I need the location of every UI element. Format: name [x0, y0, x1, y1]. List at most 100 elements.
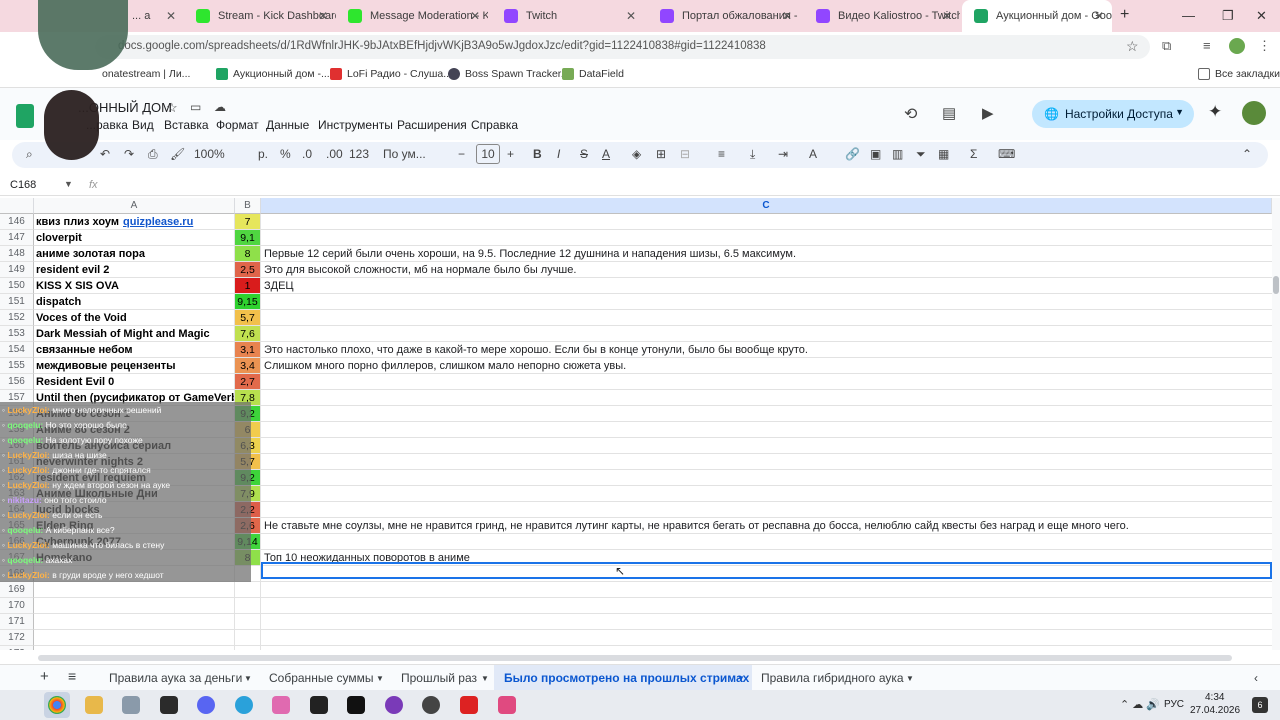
sheet-tab[interactable]: Прошлый раз	[401, 671, 477, 685]
browser-tab[interactable]: Видео Kaliostroo - Twitch ✕	[804, 0, 960, 32]
history-icon[interactable]: ⟲	[904, 104, 917, 124]
browser-tab[interactable]: ... a ✕	[120, 0, 184, 32]
sheet-tab[interactable]: Правила гибридного аука	[761, 671, 904, 685]
chevron-down-icon[interactable]: ▼	[1175, 107, 1184, 117]
star-icon[interactable]: ☆	[1126, 38, 1139, 55]
strikethrough-icon[interactable]: S	[580, 147, 588, 161]
italic-icon[interactable]: I	[557, 147, 560, 161]
bold-icon[interactable]: B	[533, 147, 542, 161]
cell-comment[interactable]	[261, 614, 1272, 630]
share-button[interactable]: 🌐 Настройки Доступа ▼	[1032, 100, 1194, 128]
explorer-icon[interactable]	[85, 696, 103, 714]
add-sheet-icon[interactable]: +	[40, 668, 49, 685]
chevron-down-icon[interactable]: ▼	[244, 674, 252, 683]
notifications-badge[interactable]: 6	[1252, 697, 1268, 713]
browser-tab[interactable]: Twitch ✕	[492, 0, 644, 32]
cell-score[interactable]: 7,6	[235, 326, 261, 342]
cell-title[interactable]: dispatch	[34, 294, 235, 310]
cell-comment[interactable]: Не ставьте мне соулзы, мне не нравится г…	[261, 518, 1272, 534]
cell-comment[interactable]	[261, 294, 1272, 310]
cell-comment[interactable]	[261, 486, 1272, 502]
cell-score[interactable]	[235, 598, 261, 614]
cell-comment[interactable]	[261, 454, 1272, 470]
cell-comment[interactable]	[261, 310, 1272, 326]
decrease-decimal-button[interactable]: .0	[302, 147, 312, 161]
menu-view[interactable]: Вид	[132, 118, 154, 132]
media-icon[interactable]: ≡	[1203, 38, 1211, 53]
row-header[interactable]: 170	[0, 598, 34, 614]
language-indicator[interactable]: РУС	[1164, 699, 1184, 710]
row-header[interactable]: 150	[0, 278, 34, 294]
close-icon[interactable]: ✕	[942, 9, 952, 23]
clock-date[interactable]: 27.04.2026	[1190, 705, 1240, 716]
row-header[interactable]: 152	[0, 310, 34, 326]
cell-comment[interactable]: ЗДЕЦ	[261, 278, 1272, 294]
fill-color-icon[interactable]: ◈	[632, 147, 641, 161]
cell-comment[interactable]	[261, 470, 1272, 486]
minus-icon[interactable]: −	[458, 147, 465, 161]
menu-data[interactable]: Данные	[266, 118, 309, 132]
close-icon[interactable]: ✕	[318, 9, 328, 23]
cell-title[interactable]: Resident Evil 0	[34, 374, 235, 390]
chevron-down-icon[interactable]: ▼	[906, 674, 914, 683]
chevron-down-icon[interactable]: ▼	[376, 674, 384, 683]
sheet-tab[interactable]: Собранные суммы	[269, 671, 373, 685]
font-select[interactable]: По ум...	[383, 147, 426, 161]
row-header[interactable]: 151	[0, 294, 34, 310]
column-header-b[interactable]: B	[235, 198, 261, 214]
close-icon[interactable]: ✕	[470, 9, 480, 23]
cell-score[interactable]: 2,5	[235, 262, 261, 278]
row-header[interactable]: 156	[0, 374, 34, 390]
obs-icon[interactable]	[310, 696, 328, 714]
cell-comment[interactable]	[261, 390, 1272, 406]
formula-input[interactable]	[110, 177, 1270, 195]
rotate-icon[interactable]: A	[809, 147, 817, 161]
cell-score[interactable]	[235, 614, 261, 630]
selected-cell[interactable]	[261, 562, 1272, 579]
app-icon[interactable]	[422, 696, 440, 714]
cell-comment[interactable]: Первые 12 серий были очень хороши, на 9.…	[261, 246, 1272, 262]
cell-comment[interactable]: Это для высокой сложности, мб на нормале…	[261, 262, 1272, 278]
extensions-icon[interactable]: ⧉	[1162, 38, 1171, 54]
cell-comment[interactable]: Это настолько плохо, что даже в какой-то…	[261, 342, 1272, 358]
valign-icon[interactable]: ⤓	[750, 147, 755, 162]
menu-icon[interactable]: ⋮	[1258, 38, 1271, 54]
chevron-down-icon[interactable]: ▼	[481, 674, 489, 683]
cell-title[interactable]: Voces of the Void	[34, 310, 235, 326]
horizontal-scrollbar[interactable]	[36, 654, 1272, 662]
browser-tab[interactable]: Message Moderation - Ki ✕	[336, 0, 488, 32]
borders-icon[interactable]: ⊞	[656, 147, 666, 161]
cell-title[interactable]	[34, 646, 235, 650]
sheet-tab[interactable]: Правила аука за деньги	[109, 671, 242, 685]
print-icon[interactable]: ⎙	[148, 147, 158, 162]
row-header[interactable]: 148	[0, 246, 34, 262]
cell-score[interactable]: 9,15	[235, 294, 261, 310]
close-icon[interactable]: ✕	[1094, 9, 1104, 23]
cell-score[interactable]: 8	[235, 246, 261, 262]
cell-title[interactable]	[34, 582, 235, 598]
profile-avatar[interactable]	[1229, 38, 1245, 54]
plus-icon[interactable]: +	[507, 147, 514, 161]
cell-score[interactable]: 3,1	[235, 342, 261, 358]
meet-icon[interactable]: ▶	[982, 104, 994, 122]
cell-comment[interactable]	[261, 582, 1272, 598]
menu-tools[interactable]: Инструменты	[318, 118, 393, 132]
all-sheets-icon[interactable]: ≡	[68, 668, 76, 684]
cell-link[interactable]: quizplease.ru	[123, 216, 193, 228]
row-header[interactable]: 154	[0, 342, 34, 358]
vertical-scrollbar[interactable]	[1272, 198, 1280, 650]
sheet-tab-active[interactable]: Было просмотрено на прошлых стримах	[504, 671, 749, 685]
gemini-icon[interactable]: ✦	[1208, 102, 1222, 122]
bookmark-item[interactable]: DataField	[562, 68, 624, 80]
menu-edit[interactable]: ...равка	[86, 118, 128, 132]
menu-format[interactable]: Формат	[216, 118, 259, 132]
cell-title[interactable]: Dark Messiah of Might and Magic	[34, 326, 235, 342]
row-header[interactable]: 149	[0, 262, 34, 278]
close-icon[interactable]: ✕	[782, 9, 792, 23]
cell-score[interactable]: 7	[235, 214, 261, 230]
undo-icon[interactable]: ↶	[100, 147, 110, 161]
nvidia-icon[interactable]	[160, 696, 178, 714]
menu-help[interactable]: Справка	[471, 118, 518, 132]
restore-icon[interactable]: ❐	[1222, 8, 1234, 24]
wrap-icon[interactable]: ⇥	[778, 147, 788, 161]
